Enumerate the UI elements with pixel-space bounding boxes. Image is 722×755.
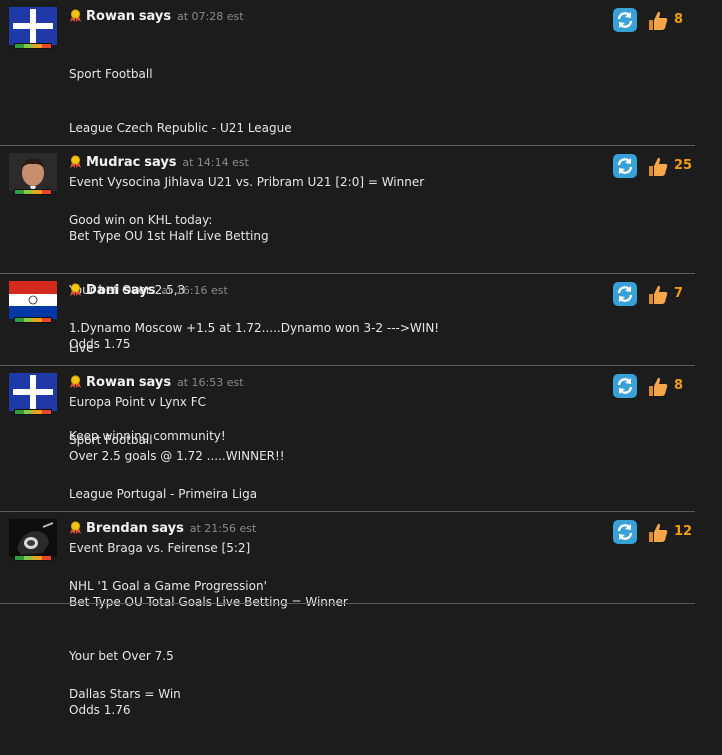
author-name[interactable]: Mudrac — [86, 155, 140, 170]
comment-post: Rowan says at 16:53 est Sport Football L… — [0, 366, 695, 717]
like-count: 7 — [674, 286, 684, 301]
says-label: says — [123, 283, 156, 298]
like-count: 12 — [674, 524, 693, 539]
comment-actions: 8 — [613, 8, 695, 32]
says-label: says — [151, 521, 184, 536]
eureka-flag-icon[interactable] — [9, 7, 57, 45]
author-name[interactable]: Rowan — [86, 9, 135, 24]
reputation-meter — [14, 189, 52, 195]
comment-line — [69, 631, 267, 649]
says-label: says — [144, 155, 177, 170]
comment-actions: 12 — [613, 520, 695, 544]
comment-actions: 25 — [613, 154, 695, 178]
author-name[interactable]: Rowan — [86, 375, 135, 390]
post-timestamp: at 21:56 est — [189, 522, 257, 535]
comment-line: NHL '1 Goal a Game Progression' — [69, 579, 267, 593]
comment-text: NHL '1 Goal a Game Progression' Dallas S… — [69, 541, 267, 739]
thumbs-up-icon[interactable] — [647, 521, 669, 543]
comment-header: Rowan says at 07:28 est — [69, 9, 244, 24]
award-ribbon-icon — [70, 375, 81, 388]
comment-line: Good win on KHL today: — [69, 213, 213, 227]
man-portrait-photo-icon[interactable] — [9, 153, 57, 191]
comment-line: Sport Football — [69, 67, 153, 81]
post-timestamp: at 16:16 est — [161, 284, 228, 297]
reputation-meter — [14, 555, 52, 561]
comment-post: Dani says at 16:16 est Live Europa Point… — [0, 274, 695, 463]
comment-line: League Portugal - Primeira Liga — [69, 487, 258, 501]
comment-post: Brendan says at 21:56 est NHL '1 Goal a … — [0, 512, 695, 701]
award-ribbon-icon — [70, 155, 81, 168]
thumbs-up-icon[interactable] — [647, 155, 669, 177]
author-name[interactable]: Brendan — [86, 521, 148, 536]
hockey-player-photo-icon[interactable] — [9, 519, 57, 557]
refresh-icon[interactable] — [613, 154, 637, 178]
thumbs-up-icon[interactable] — [647, 9, 669, 31]
refresh-icon[interactable] — [613, 374, 637, 398]
reputation-meter — [14, 409, 52, 415]
post-timestamp: at 07:28 est — [176, 10, 244, 23]
award-ribbon-icon — [70, 9, 81, 22]
says-label: says — [138, 375, 172, 390]
comment-actions: 8 — [613, 374, 695, 398]
says-label: says — [138, 9, 172, 24]
comment-line: Dallas Stars = Win — [69, 687, 181, 701]
post-timestamp: at 14:14 est — [182, 156, 249, 169]
refresh-icon[interactable] — [613, 282, 637, 306]
reputation-meter — [14, 317, 52, 323]
eureka-flag-icon[interactable] — [9, 373, 57, 411]
comment-header: Brendan says at 21:56 est — [69, 521, 256, 536]
reputation-meter — [14, 43, 52, 49]
author-name[interactable]: Dani — [86, 283, 119, 298]
refresh-icon[interactable] — [613, 520, 637, 544]
comment-line: League Czech Republic - U21 League — [69, 121, 292, 135]
award-ribbon-icon — [70, 521, 81, 534]
thumbs-up-icon[interactable] — [647, 283, 669, 305]
like-count: 25 — [674, 158, 693, 173]
like-count: 8 — [674, 378, 684, 393]
comment-header: Mudrac says at 14:14 est — [69, 155, 249, 170]
paraguay-flag-icon[interactable] — [9, 281, 57, 319]
refresh-icon[interactable] — [613, 8, 637, 32]
comment-actions: 7 — [613, 282, 695, 306]
comment-header: Dani says at 16:16 est — [69, 283, 228, 298]
like-count: 8 — [674, 12, 684, 27]
comment-header: Rowan says at 16:53 est — [69, 375, 244, 390]
award-ribbon-icon — [70, 283, 81, 296]
comment-line: Live — [69, 341, 94, 355]
comment-line: Sport Football — [69, 433, 153, 447]
thumbs-up-icon[interactable] — [647, 375, 669, 397]
post-timestamp: at 16:53 est — [176, 376, 244, 389]
comment-post: Mudrac says at 14:14 est Good win on KHL… — [0, 146, 695, 443]
comment-post: Rowan says at 07:28 est Sport Football L… — [0, 0, 695, 351]
